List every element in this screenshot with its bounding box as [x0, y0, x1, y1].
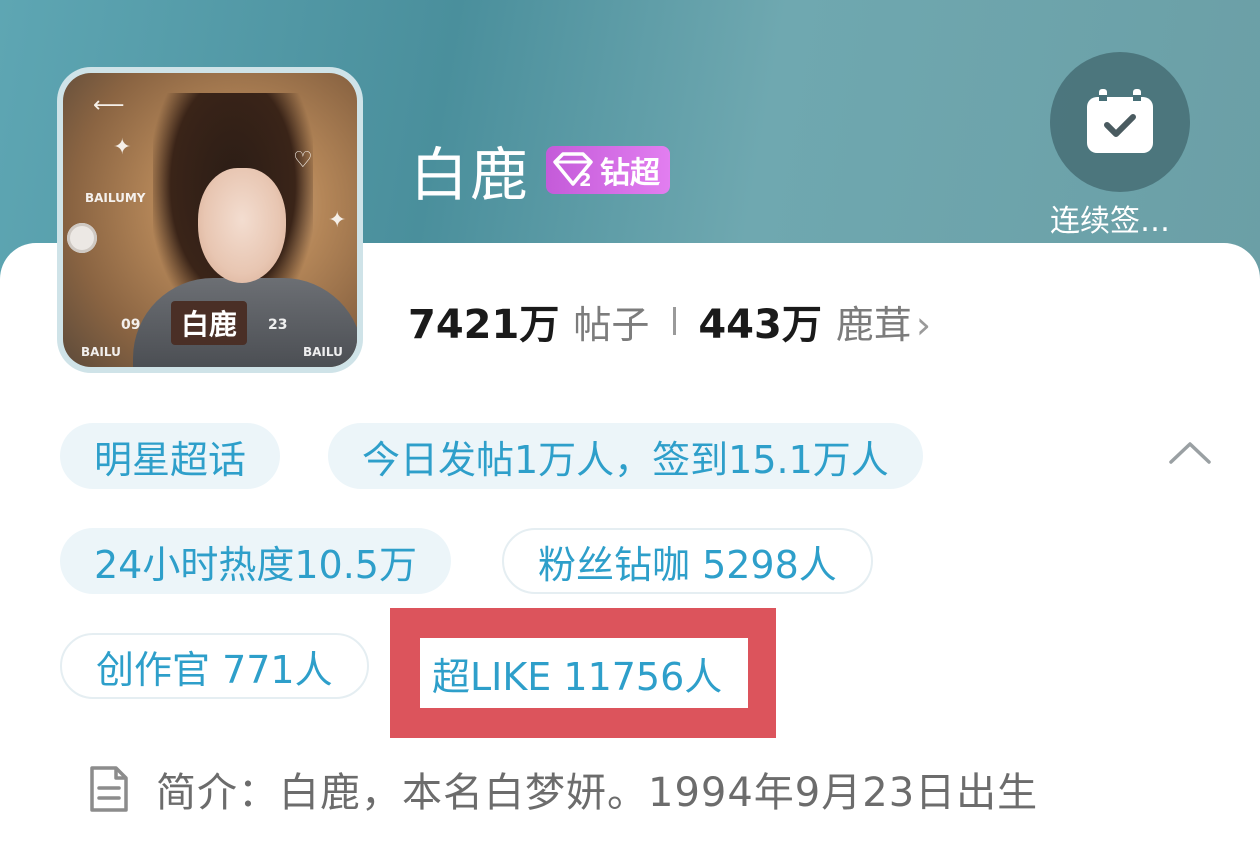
checkin-label[interactable]: 连续签… [1050, 196, 1170, 240]
fans-count: 443万 [698, 302, 822, 348]
avatar-brand-left: BAILU [81, 345, 121, 359]
topic-stats[interactable]: 7421万 帖子 443万 鹿茸 › [408, 292, 931, 350]
avatar-image: ⟵ ✦ ♡ ✦ BAILUMY 白鹿 09 23 BAILU BAILU [63, 73, 357, 367]
chevron-right-icon[interactable]: › [916, 303, 931, 347]
intro-text: 简介：白鹿，本名白梦妍。1994年9月23日出生 [156, 770, 1039, 816]
fans-label: 鹿茸 [835, 303, 912, 347]
diamond-icon: 2 [546, 146, 600, 194]
heart-outline-icon: ♡ [293, 148, 313, 173]
avatar-tag-small: BAILUMY [85, 191, 146, 205]
arrow-decoration-icon: ⟵ [93, 93, 125, 118]
topic-intro[interactable]: 简介：白鹿，本名白梦妍。1994年9月23日出生 [88, 760, 1038, 818]
chip-category[interactable]: 明星超话 [60, 423, 281, 489]
button-decoration [67, 223, 97, 253]
chip-today-activity[interactable]: 今日发帖1万人，签到15.1万人 [328, 423, 923, 489]
sparkle-icon: ✦ [328, 208, 347, 233]
diamond-super-badge[interactable]: 2 钻超 [546, 146, 671, 194]
topic-title: 白鹿 [410, 141, 531, 209]
topic-title-row: 白鹿 2 钻超 [410, 128, 671, 212]
document-icon [90, 766, 128, 812]
chevron-up-icon[interactable] [1165, 432, 1215, 472]
calendar-check-icon [1087, 89, 1153, 153]
chip-creators[interactable]: 创作官 771人 [60, 633, 369, 699]
avatar-date-left: 09 [121, 317, 141, 333]
badge-level: 2 [579, 170, 592, 190]
posts-label: 帖子 [573, 303, 650, 347]
checkin-button[interactable] [1050, 52, 1190, 192]
avatar-caption: 白鹿 [171, 301, 248, 345]
topic-avatar[interactable]: ⟵ ✦ ♡ ✦ BAILUMY 白鹿 09 23 BAILU BAILU [57, 67, 363, 373]
sparkle-icon: ✦ [113, 135, 132, 160]
avatar-brand-right: BAILU [303, 345, 343, 359]
chip-super-like[interactable]: 超LIKE 11756人 [420, 638, 748, 708]
chip-24h-heat[interactable]: 24小时热度10.5万 [60, 528, 451, 594]
badge-label: 钻超 [600, 156, 661, 191]
posts-count: 7421万 [408, 302, 560, 348]
avatar-date-right: 23 [268, 317, 288, 333]
stats-divider [673, 307, 677, 335]
chip-diamond-fans[interactable]: 粉丝钻咖 5298人 [502, 528, 873, 594]
